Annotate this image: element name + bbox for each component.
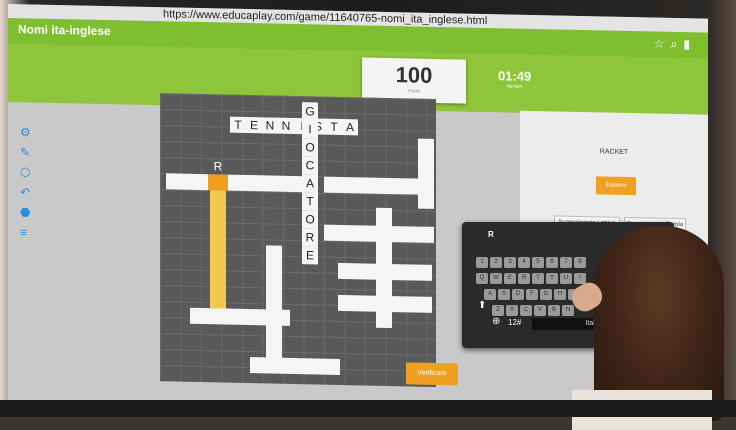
bucket-icon[interactable]: ⬣ [20,202,31,222]
keyboard-key[interactable]: B [548,305,560,316]
bookmark-icon[interactable]: ▮ [683,37,696,51]
settings-icon[interactable]: ⚙ [20,122,31,142]
clue-text: RACKET [599,148,629,156]
cell-row[interactable] [190,307,290,326]
letter-cell[interactable]: T [326,118,342,135]
letter-cell[interactable]: G [302,102,318,121]
student-photo [567,226,736,430]
globe-icon[interactable]: ⊕ [492,316,500,327]
drawing-toolbar: ⚙ ✎ ⬡ ↶ ⬣ ≡ [20,122,31,242]
header-icons[interactable]: ☆⌕▮ [654,37,696,53]
cell-row[interactable] [338,262,432,281]
crossword-board: TENNISTA GIOCATORE R [160,93,436,387]
cell-row[interactable] [324,176,422,195]
cell-row[interactable] [166,173,208,191]
cell-row[interactable] [250,357,340,375]
score-box: 100 Punti [362,57,466,104]
letter-cell[interactable]: T [230,116,246,133]
shape-icon[interactable]: ⬡ [20,162,31,182]
letter-cell[interactable]: C [302,156,318,175]
keyboard-row-3: ASDFGHJ [484,282,582,300]
letter-cell[interactable]: E [302,246,318,265]
pen-icon[interactable]: ✎ [20,142,31,162]
search-icon[interactable]: ⌕ [671,37,684,51]
keyboard-key[interactable]: V [534,305,546,316]
numbers-key[interactable]: 12# [508,318,521,327]
letter-r-label: R [213,159,223,174]
letter-cell[interactable]: N [278,117,294,134]
cell-column[interactable] [418,138,434,209]
score-value: 100 [395,62,433,88]
monitor-bezel [0,400,736,417]
timer: 01:49 tiempo [498,68,531,90]
eraser-icon[interactable]: ≡ [20,222,31,242]
game-title: Nomi ita-inglese [18,22,111,39]
reveal-button[interactable]: Esporre [596,176,636,196]
undo-icon[interactable]: ↶ [20,182,31,202]
keyboard-key[interactable]: C [520,305,532,316]
timer-label: tiempo [507,83,523,90]
letter-cell[interactable]: R [302,228,318,247]
letter-cell[interactable]: I [302,120,318,139]
letter-cell[interactable]: N [262,117,278,134]
keyboard-key[interactable]: X [506,305,518,316]
keyboard-input: R [488,230,494,239]
letter-cell[interactable]: O [302,138,318,157]
timer-value: 01:49 [498,68,532,84]
cell-row[interactable] [338,294,432,313]
letter-cell[interactable]: E [246,116,262,134]
letter-cell[interactable]: A [342,118,358,136]
highlighted-column[interactable] [210,190,226,309]
cell-column[interactable] [266,245,282,366]
letter-cell[interactable]: T [302,192,318,211]
active-cell[interactable] [208,174,228,191]
letter-cell[interactable]: O [302,210,318,229]
keyboard-row-4: ZXCVBN [492,298,576,316]
letter-cell[interactable]: A [302,174,318,193]
star-icon[interactable]: ☆ [654,37,671,51]
shift-icon[interactable]: ⬆ [478,300,486,311]
cell-row[interactable] [228,174,304,193]
score-label: Punti [408,88,420,95]
keyboard-key[interactable]: Z [492,305,504,316]
check-button[interactable]: Verificare [406,362,458,386]
